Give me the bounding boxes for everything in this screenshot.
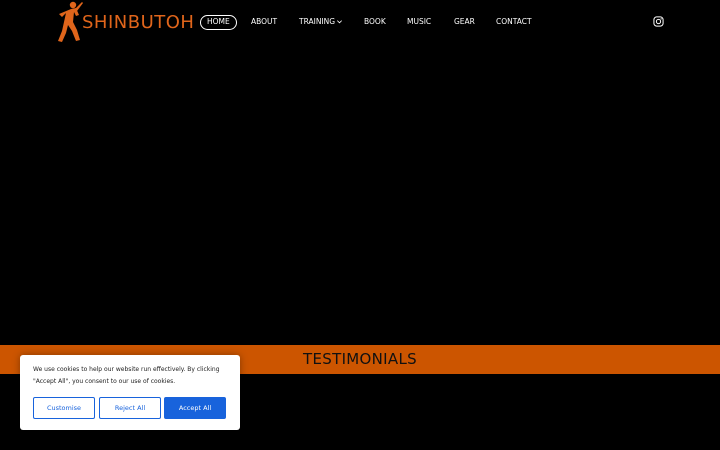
cookie-banner: We use cookies to help our website run e… [20,355,240,430]
nav-item-home[interactable]: HOME [200,15,237,30]
instagram-icon[interactable] [653,16,664,27]
nav-item-book[interactable]: BOOK [364,15,386,30]
customise-button[interactable]: Customise [33,397,95,419]
nav-item-music[interactable]: MUSIC [407,15,431,30]
reject-all-button[interactable]: Reject All [99,397,161,419]
site-header: SHINBUTOH HOME ABOUT TRAINING BOOK MUSIC… [0,0,720,46]
nav-item-about[interactable]: ABOUT [251,15,277,30]
nav-item-training[interactable]: TRAINING [299,15,343,30]
nav-item-training-label: TRAINING [299,17,336,26]
accept-all-button[interactable]: Accept All [164,397,226,419]
site-logo[interactable]: SHINBUTOH [52,0,194,46]
brand-name: SHINBUTOH [82,11,195,33]
nav-item-gear[interactable]: GEAR [454,15,475,30]
hero-area [0,46,720,344]
runner-logo-icon [58,1,83,42]
chevron-down-icon [337,19,343,23]
cookie-message: We use cookies to help our website run e… [33,366,220,385]
nav-item-contact[interactable]: CONTACT [496,15,532,30]
